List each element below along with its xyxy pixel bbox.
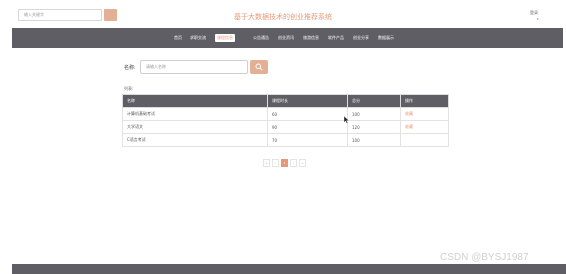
column-header-duration: 课程时长 [267,94,348,108]
name-filter-label: 名称: [124,65,136,71]
mouse-cursor-icon [344,116,350,124]
page-prev-button[interactable]: ‹ [272,159,279,167]
login-link[interactable]: 登录 [530,10,538,16]
cell-score: 100 [347,133,401,147]
favorite-link[interactable]: 收藏 [400,120,449,134]
table-header-row: 名称 课程时长 总分 操作 [122,94,449,108]
page-first-button[interactable]: « [263,159,270,167]
watermark: CSDN @BYSJ1987 [440,252,529,263]
cell-score: 120 [347,120,401,134]
page-number-current[interactable]: 1 [281,159,288,167]
cell-score: 100 [347,107,401,121]
cell-name: 计算机基础考试 [122,107,268,121]
cell-duration: 70 [267,133,348,147]
course-table: 名称 课程时长 总分 操作 计算机基础考试 60 100 收藏 大学语文 90 … [122,94,449,147]
favorite-link[interactable]: 收藏 [400,107,449,121]
nav-item-travel[interactable]: 旅游信息 [303,35,319,41]
nav-item-home[interactable]: 首页 [174,35,182,41]
nav-item-announcements[interactable]: 公告通告 [253,35,269,41]
footer-bar [12,264,566,274]
nav-item-share[interactable]: 创业分享 [353,35,369,41]
name-filter-input[interactable]: 请输入名称 [140,60,248,74]
table-row: C语言考试 70 100 [122,133,449,147]
column-header-name: 名称 [122,94,268,108]
column-header-score: 总分 [347,94,401,108]
table-row: 计算机基础考试 60 100 收藏 [122,107,449,121]
cell-duration: 90 [267,120,348,134]
cell-name: C语言考试 [122,133,268,147]
name-search-button[interactable] [250,60,268,74]
column-header-action: 操作 [400,94,449,108]
login-dropdown-icon[interactable]: ▾ [537,17,539,21]
top-bar: 输入关键字 基于大数据技术的创业推荐系统 登录 ▾ [0,0,566,26]
site-title: 基于大数据技术的创业推荐系统 [234,13,332,21]
nav-item-courses[interactable]: 课程信息 [215,34,235,42]
page-last-button[interactable]: » [299,159,306,167]
cell-duration: 60 [267,107,348,121]
nav-item-job-exchange[interactable]: 求职交流 [190,35,206,41]
main-nav: 首页 求职交流 课程信息 公告通告 创业资讯 旅游信息 软件产品 创业分享 数据… [12,28,563,48]
nav-item-news[interactable]: 创业资讯 [278,35,294,41]
nav-item-data[interactable]: 数据展示 [378,35,394,41]
list-label: 列表: [124,86,134,91]
page-next-button[interactable]: › [290,159,297,167]
cell-name: 大学语文 [122,120,268,134]
search-icon [255,63,263,71]
table-row: 大学语文 90 120 收藏 [122,120,449,134]
nav-item-software[interactable]: 软件产品 [328,35,344,41]
cell-action-empty [400,133,449,147]
